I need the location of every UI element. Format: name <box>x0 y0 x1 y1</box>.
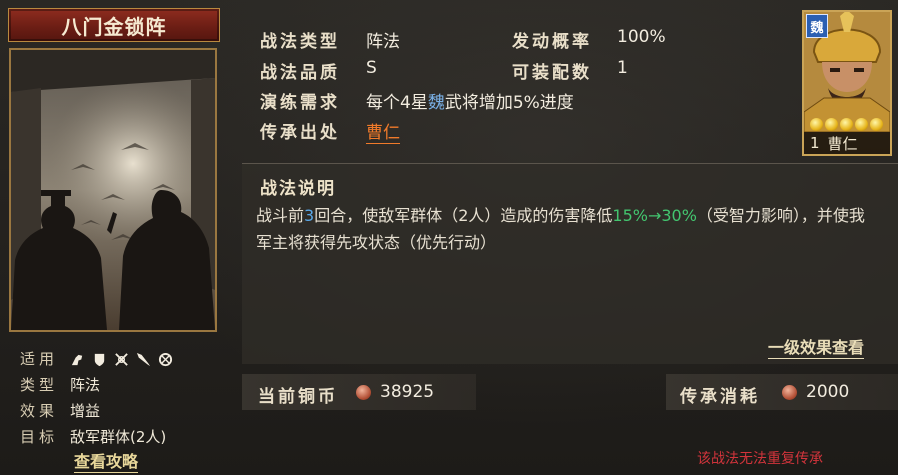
star-icon <box>825 118 838 131</box>
general-portrait[interactable]: 魏 1 曹仁 <box>802 10 892 156</box>
cost-value: 2000 <box>806 382 850 402</box>
spear-icon <box>136 352 151 366</box>
general-level: 1 <box>810 134 820 152</box>
description-title: 战法说明 <box>260 179 336 199</box>
cannot-inherit-warning: 该战法无法重复传承 <box>697 451 823 467</box>
equip-count-label: 可装配数 <box>512 63 592 83</box>
description-text: 战斗前3回合，使敌军群体（2人）造成的伤害降低15%→30%（受智力影响），并使… <box>256 202 866 256</box>
effect-label: 效果 <box>20 402 59 420</box>
apply-row: 适用 <box>20 346 180 372</box>
class-label: 类型 <box>20 376 59 394</box>
target-row: 目标 敌军群体(2人) <box>20 424 180 450</box>
equip-count-value: 1 <box>617 58 628 78</box>
class-value: 阵法 <box>70 376 101 394</box>
train-faction: 魏 <box>427 93 445 113</box>
siege-icon <box>158 352 173 366</box>
skill-card-art <box>9 48 217 332</box>
target-label: 目标 <box>20 428 59 446</box>
copper-label: 当前铜币 <box>258 387 338 407</box>
desc-part: 回合，使敌军群体（2人）造成的伤害降低 <box>314 206 613 225</box>
target-value: 敌军群体(2人) <box>70 428 167 446</box>
star-icon <box>810 118 823 131</box>
training-req-value: 每个4星魏武将增加5%进度 <box>366 88 574 113</box>
general-stars <box>810 118 883 131</box>
view-guide-link[interactable]: 查看攻略 <box>74 452 139 473</box>
desc-part: 战斗前 <box>256 206 305 225</box>
skill-detail-page: 八门金锁阵 适用 类型 阵法 效果 增益 目标 敌军群体(2人) 查看攻略 战法… <box>0 0 898 475</box>
effect-row: 效果 增益 <box>20 398 180 424</box>
card-info: 适用 类型 阵法 效果 增益 目标 敌军群体(2人) <box>20 346 180 450</box>
skill-quality-value: S <box>366 58 377 78</box>
cost-coin-icon <box>782 385 797 400</box>
skill-description-panel: 战法说明 战斗前3回合，使敌军群体（2人）造成的伤害降低15%→30%（受智力影… <box>242 163 898 364</box>
copper-coin-icon <box>356 385 371 400</box>
train-post: 武将增加5%进度 <box>444 93 574 113</box>
copper-value: 38925 <box>380 382 435 402</box>
unit-icons <box>70 352 180 367</box>
desc-rounds: 3 <box>304 206 315 225</box>
star-icon <box>870 118 883 131</box>
general-name-bar: 1 曹仁 <box>804 132 890 154</box>
trigger-rate-value: 100% <box>617 27 666 47</box>
star-icon <box>855 118 868 131</box>
skill-type-label: 战法类型 <box>260 32 340 52</box>
inherit-cost-bar: 传承消耗 2000 <box>666 374 898 410</box>
cost-label: 传承消耗 <box>680 387 760 407</box>
skill-quality-label: 战法品质 <box>260 63 340 83</box>
trigger-rate-label: 发动概率 <box>512 32 592 52</box>
effect-value: 增益 <box>70 402 101 420</box>
star-icon <box>840 118 853 131</box>
skill-type-value: 阵法 <box>366 32 400 52</box>
training-req-label: 演练需求 <box>260 93 340 113</box>
apply-label: 适用 <box>20 350 59 368</box>
faction-badge: 魏 <box>806 14 828 38</box>
bow-icon <box>115 352 128 366</box>
class-row: 类型 阵法 <box>20 372 180 398</box>
train-pre: 每个4星 <box>366 93 428 113</box>
desc-range: 15%→30% <box>612 206 697 225</box>
level-effect-link[interactable]: 一级效果查看 <box>768 338 865 359</box>
inherit-source-link[interactable]: 曹仁 <box>366 118 400 144</box>
shield-icon <box>94 353 105 366</box>
inherit-source-label: 传承出处 <box>260 123 340 143</box>
cavalry-icon <box>71 354 83 365</box>
skill-title-banner: 八门金锁阵 <box>8 8 220 42</box>
skill-name: 八门金锁阵 <box>61 14 167 39</box>
general-name: 曹仁 <box>827 134 858 153</box>
copper-bar: 当前铜币 38925 <box>242 374 476 410</box>
